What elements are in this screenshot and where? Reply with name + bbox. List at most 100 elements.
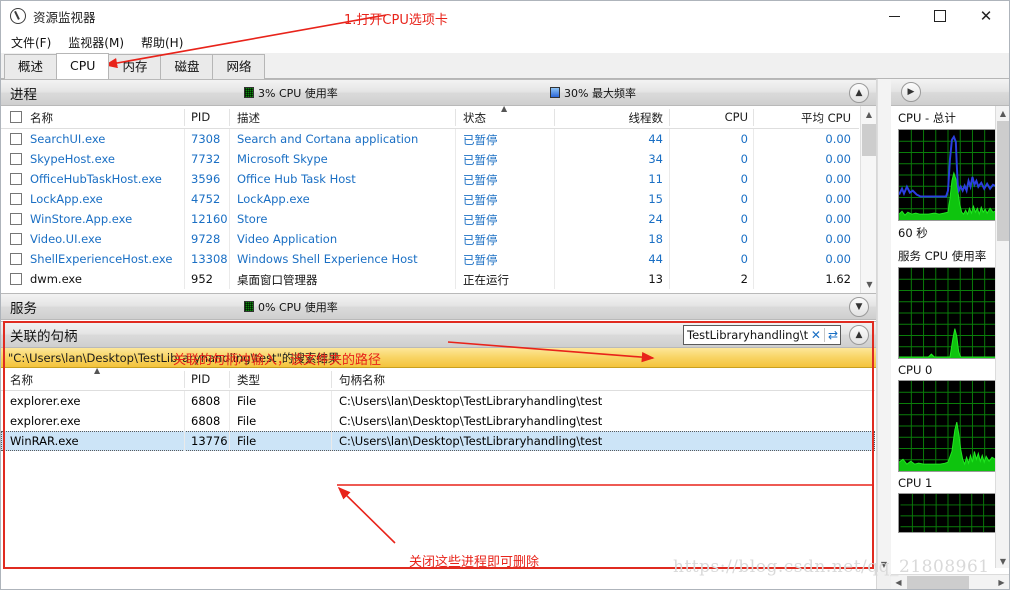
process-row-checkbox[interactable]	[10, 133, 22, 145]
services-collapse-chevron-down-icon[interactable]: ▼	[849, 297, 869, 317]
graph-label-cpu-total: CPU - 总计	[898, 111, 956, 125]
select-all-checkbox[interactable]	[10, 111, 22, 123]
tab-memory[interactable]: 内存	[108, 54, 162, 79]
process-row[interactable]: ShellExperienceHost.exe 13308 Windows Shel…	[1, 249, 859, 269]
process-section-header[interactable]: 进程 3% CPU 使用率 30% 最大频率 ▲	[1, 79, 876, 106]
handle-col-handlename[interactable]: 句柄名称	[339, 372, 385, 388]
process-cell-status: 已暂停	[463, 153, 498, 167]
process-cell-status: 已暂停	[463, 173, 498, 187]
handle-col-name[interactable]: 名称	[10, 372, 33, 388]
handles-collapse-chevron-up-icon[interactable]: ▲	[849, 325, 869, 345]
services-section-header[interactable]: 服务 0% CPU 使用率 ▼	[1, 293, 876, 320]
maximize-button[interactable]	[917, 1, 963, 31]
minimize-button[interactable]	[871, 1, 917, 31]
clear-x-icon[interactable]: ✕	[808, 328, 824, 342]
handle-row[interactable]: explorer.exe 6808 File C:\Users\lan\Desktop…	[1, 411, 875, 431]
process-cell-avgcpu: 0.00	[825, 252, 851, 266]
process-row-checkbox[interactable]	[10, 193, 22, 205]
process-row[interactable]: LockApp.exe 4752 LockApp.exe 已暂停 15 0 0.00	[1, 189, 859, 209]
sidebar-hscroll-thumb[interactable]	[907, 575, 969, 589]
sidebar-scroll-down-icon[interactable]: ▼	[996, 554, 1009, 568]
close-button[interactable]: ✕	[963, 1, 1009, 31]
handle-cell-pid: 6808	[191, 394, 221, 408]
sidebar-scrollbar-horizontal[interactable]: ◀ ▶	[891, 574, 1009, 589]
process-scrollbar-thumb[interactable]	[862, 124, 876, 156]
menu-item-help[interactable]: 帮助(H)	[134, 32, 190, 53]
handles-section-header[interactable]: 关联的句柄 TestLibraryhandling\test ✕ ⇄ ▲	[1, 321, 876, 348]
left-pane: 进程 3% CPU 使用率 30% 最大频率 ▲ 名称 PID 描述 状态 ▲ …	[1, 79, 877, 589]
tab-network[interactable]: 网络	[212, 54, 266, 79]
process-cell-status: 已暂停	[463, 213, 498, 227]
process-row-checkbox[interactable]	[10, 173, 22, 185]
tab-overview[interactable]: 概述	[4, 54, 58, 79]
pane-splitter[interactable]: ▼	[877, 79, 891, 589]
process-row-checkbox[interactable]	[10, 153, 22, 165]
process-cell-pid: 4752	[191, 192, 221, 206]
scroll-down-icon[interactable]: ▼	[861, 276, 876, 293]
process-col-avgcpu[interactable]: 平均 CPU	[761, 110, 851, 126]
process-cell-threads: 15	[648, 192, 663, 206]
process-row-checkbox[interactable]	[10, 233, 22, 245]
process-cell-desc: LockApp.exe	[237, 192, 310, 206]
handle-search-input[interactable]: TestLibraryhandling\test ✕ ⇄	[683, 325, 841, 345]
process-scrollbar-vertical[interactable]: ▲ ▼	[860, 106, 876, 293]
handle-cell-handle: C:\Users\lan\Desktop\TestLibraryhandling…	[339, 414, 603, 428]
title-bar: 资源监视器 ✕	[1, 1, 1009, 31]
refresh-icon[interactable]: ⇄	[823, 328, 838, 342]
process-col-name[interactable]: 名称	[30, 110, 53, 126]
process-cell-threads: 34	[648, 152, 663, 166]
process-row[interactable]: dwm.exe 952 桌面窗口管理器 正在运行 13 2 1.62	[1, 269, 859, 289]
process-col-cpu[interactable]: CPU	[679, 110, 748, 124]
process-cell-name: WinStore.App.exe	[30, 212, 133, 226]
scroll-up-icon[interactable]: ▲	[861, 106, 876, 123]
menu-item-file[interactable]: 文件(F)	[4, 32, 58, 53]
handle-search-value: TestLibraryhandling\test	[687, 328, 808, 342]
process-cell-desc: Search and Cortana application	[237, 132, 419, 146]
process-cell-desc: Store	[237, 212, 268, 226]
handle-row[interactable]: WinRAR.exe 13776 File C:\Users\lan\Desktop\…	[1, 431, 875, 451]
process-row[interactable]: SearchUI.exe 7308 Search and Cortana appli…	[1, 129, 859, 149]
process-cell-desc: Video Application	[237, 232, 338, 246]
handle-cell-name: WinRAR.exe	[10, 434, 79, 448]
sidebar-scroll-left-icon[interactable]: ◀	[891, 575, 906, 590]
process-cell-pid: 13308	[191, 252, 228, 266]
process-row[interactable]: Video.UI.exe 9728 Video Application 已暂停 18 0 0…	[1, 229, 859, 249]
process-cell-threads: 44	[648, 252, 663, 266]
menu-bar: 文件(F) 监视器(M) 帮助(H)	[1, 31, 1009, 53]
handle-col-pid[interactable]: PID	[191, 372, 210, 386]
sidebar-scroll-up-icon[interactable]: ▲	[996, 106, 1009, 120]
process-col-status[interactable]: 状态	[463, 110, 486, 126]
process-cell-avgcpu: 1.62	[825, 272, 851, 286]
process-col-desc[interactable]: 描述	[237, 110, 260, 126]
process-row[interactable]: SkypeHost.exe 7732 Microsoft Skype 已暂停 34 0 0.…	[1, 149, 859, 169]
process-row-checkbox[interactable]	[10, 273, 22, 285]
handle-cell-pid: 13776	[191, 434, 228, 448]
tab-cpu[interactable]: CPU	[56, 53, 110, 79]
sidebar-scrollbar-vertical[interactable]: ▲ ▼	[995, 106, 1009, 568]
process-cell-avgcpu: 0.00	[825, 232, 851, 246]
process-row[interactable]: OfficeHubTaskHost.exe 3596 Office Hub Task…	[1, 169, 859, 189]
services-section: 服务 0% CPU 使用率 ▼	[1, 293, 876, 320]
process-cell-threads: 11	[648, 172, 663, 186]
handle-col-type[interactable]: 类型	[237, 372, 260, 388]
sidebar-scrollbar-thumb[interactable]	[997, 121, 1009, 241]
sidebar-header: ▶	[891, 79, 1009, 106]
blue-swatch-icon	[550, 87, 560, 98]
process-col-pid[interactable]: PID	[191, 110, 210, 124]
process-row-checkbox[interactable]	[10, 213, 22, 225]
sidebar-graphs-pane: ▶ CPU - 总计 60 秒 服务 CPU 使用率 CPU 0 CPU 1 ▲…	[891, 79, 1009, 589]
process-cpu-usage-text: 3% CPU 使用率	[258, 86, 338, 100]
process-row-checkbox[interactable]	[10, 253, 22, 265]
sidebar-scroll-right-icon[interactable]: ▶	[994, 575, 1009, 590]
graph-cpu1	[898, 493, 998, 533]
process-col-threads[interactable]: 线程数	[581, 110, 664, 126]
menu-item-monitor[interactable]: 监视器(M)	[61, 32, 131, 53]
process-row[interactable]: WinStore.App.exe 12160 Store 已暂停 24 0 0.00	[1, 209, 859, 229]
process-cell-desc: 桌面窗口管理器	[237, 273, 318, 287]
process-cell-name: LockApp.exe	[30, 192, 103, 206]
handle-row[interactable]: explorer.exe 6808 File C:\Users\lan\Desktop…	[1, 391, 875, 411]
tab-disk[interactable]: 磁盘	[160, 54, 214, 79]
left-pane-scroll-down-icon[interactable]: ▼	[877, 557, 891, 572]
process-collapse-chevron-up-icon[interactable]: ▲	[849, 83, 869, 103]
sidebar-expand-chevron-right-icon[interactable]: ▶	[901, 82, 921, 102]
